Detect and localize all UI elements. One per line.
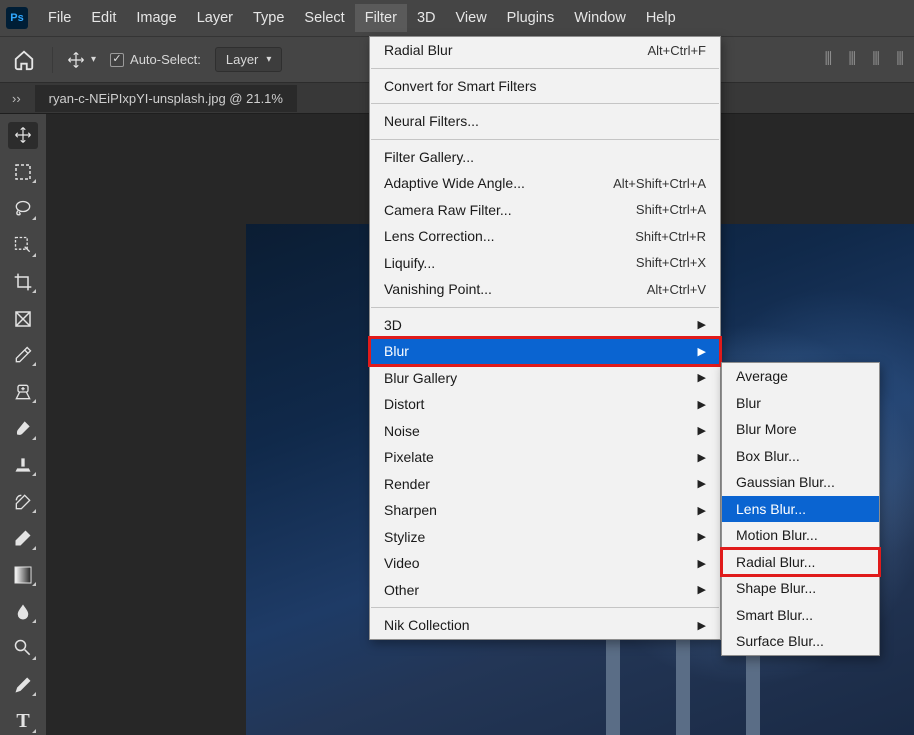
menu-type[interactable]: Type — [243, 4, 294, 32]
quick-selection-tool[interactable] — [8, 232, 38, 259]
clone-stamp-tool[interactable] — [8, 452, 38, 479]
filter-sub-render[interactable]: Render▶ — [370, 471, 720, 498]
photoshop-logo-icon: Ps — [6, 7, 28, 29]
separator — [52, 47, 53, 73]
filter-neural[interactable]: Neural Filters... — [370, 108, 720, 135]
blur-item-blur-more[interactable]: Blur More — [722, 416, 879, 443]
filter-lens-correction[interactable]: Lens Correction...Shift+Ctrl+R — [370, 223, 720, 250]
dodge-tool[interactable] — [8, 635, 38, 662]
filter-sub-other[interactable]: Other▶ — [370, 577, 720, 604]
filter-camera-raw[interactable]: Camera Raw Filter...Shift+Ctrl+A — [370, 197, 720, 224]
blur-tool[interactable] — [8, 598, 38, 625]
blur-submenu-dropdown: Average Blur Blur More Box Blur... Gauss… — [721, 362, 880, 656]
filter-liquify[interactable]: Liquify...Shift+Ctrl+X — [370, 250, 720, 277]
filter-sub-video[interactable]: Video▶ — [370, 550, 720, 577]
filter-nik-collection[interactable]: Nik Collection▶ — [370, 612, 720, 639]
blur-item-average[interactable]: Average — [722, 363, 879, 390]
chevron-down-icon: ▾ — [91, 54, 96, 65]
auto-select-toggle[interactable]: Auto-Select: — [110, 52, 201, 67]
filter-menu-dropdown: Radial Blur Alt+Ctrl+F Convert for Smart… — [369, 36, 721, 640]
blur-item-lens[interactable]: Lens Blur... — [722, 496, 879, 523]
move-tool-indicator[interactable]: ▾ — [67, 51, 96, 69]
menu-plugins[interactable]: Plugins — [497, 4, 565, 32]
filter-sub-noise[interactable]: Noise▶ — [370, 418, 720, 445]
tool-palette: T — [0, 114, 46, 735]
filter-sub-blur[interactable]: Blur▶ — [370, 338, 720, 365]
eraser-tool[interactable] — [8, 525, 38, 552]
menu-edit[interactable]: Edit — [81, 4, 126, 32]
blur-item-gaussian[interactable]: Gaussian Blur... — [722, 469, 879, 496]
marquee-tool[interactable] — [8, 159, 38, 186]
filter-gallery[interactable]: Filter Gallery... — [370, 144, 720, 171]
menu-file[interactable]: File — [38, 4, 81, 32]
blur-item-shape[interactable]: Shape Blur... — [722, 575, 879, 602]
collapse-panels-icon[interactable]: ›› — [12, 91, 21, 106]
blur-item-motion[interactable]: Motion Blur... — [722, 522, 879, 549]
dropdown-label: Layer — [226, 52, 259, 67]
chevron-down-icon: ▾ — [266, 54, 271, 65]
filter-sub-blur-gallery[interactable]: Blur Gallery▶ — [370, 365, 720, 392]
auto-select-target-dropdown[interactable]: Layer ▾ — [215, 47, 283, 72]
filter-sub-distort[interactable]: Distort▶ — [370, 391, 720, 418]
menu-bar: Ps File Edit Image Layer Type Select Fil… — [0, 0, 914, 36]
type-tool[interactable]: T — [8, 708, 38, 735]
blur-item-smart[interactable]: Smart Blur... — [722, 602, 879, 629]
lasso-tool[interactable] — [8, 195, 38, 222]
blur-item-box[interactable]: Box Blur... — [722, 443, 879, 470]
filter-vanishing-point[interactable]: Vanishing Point...Alt+Ctrl+V — [370, 276, 720, 303]
menu-help[interactable]: Help — [636, 4, 686, 32]
filter-last-used[interactable]: Radial Blur Alt+Ctrl+F — [370, 37, 720, 64]
alignment-controls: ⦀ ⦀ ⦀ ⦀ — [824, 49, 904, 70]
filter-sub-sharpen[interactable]: Sharpen▶ — [370, 497, 720, 524]
history-brush-tool[interactable] — [8, 488, 38, 515]
align-right-icon[interactable]: ⦀ — [872, 49, 880, 70]
brush-tool[interactable] — [8, 415, 38, 442]
align-left-icon[interactable]: ⦀ — [824, 49, 832, 70]
blur-item-surface[interactable]: Surface Blur... — [722, 628, 879, 655]
eyedropper-tool[interactable] — [8, 342, 38, 369]
move-tool[interactable] — [8, 122, 38, 149]
filter-convert-smart[interactable]: Convert for Smart Filters — [370, 73, 720, 100]
menu-3d[interactable]: 3D — [407, 4, 446, 32]
healing-brush-tool[interactable] — [8, 378, 38, 405]
align-center-icon[interactable]: ⦀ — [848, 49, 856, 70]
crop-tool[interactable] — [8, 269, 38, 296]
menu-image[interactable]: Image — [126, 4, 186, 32]
gradient-tool[interactable] — [8, 562, 38, 589]
filter-sub-3d[interactable]: 3D▶ — [370, 312, 720, 339]
auto-select-label: Auto-Select: — [130, 52, 201, 67]
menu-select[interactable]: Select — [294, 4, 354, 32]
menu-filter[interactable]: Filter — [355, 4, 407, 32]
blur-item-blur[interactable]: Blur — [722, 390, 879, 417]
filter-adaptive-wide-angle[interactable]: Adaptive Wide Angle...Alt+Shift+Ctrl+A — [370, 170, 720, 197]
home-button[interactable] — [10, 49, 38, 71]
menu-layer[interactable]: Layer — [187, 4, 243, 32]
menu-window[interactable]: Window — [564, 4, 636, 32]
distribute-icon[interactable]: ⦀ — [896, 49, 904, 70]
menu-view[interactable]: View — [446, 4, 497, 32]
blur-item-radial[interactable]: Radial Blur... — [722, 549, 879, 576]
frame-tool[interactable] — [8, 305, 38, 332]
document-tab[interactable]: ryan-c-NEiPIxpYI-unsplash.jpg @ 21.1% — [35, 85, 297, 112]
checkbox-icon[interactable] — [110, 53, 124, 67]
filter-sub-stylize[interactable]: Stylize▶ — [370, 524, 720, 551]
pen-tool[interactable] — [8, 672, 38, 699]
filter-sub-pixelate[interactable]: Pixelate▶ — [370, 444, 720, 471]
